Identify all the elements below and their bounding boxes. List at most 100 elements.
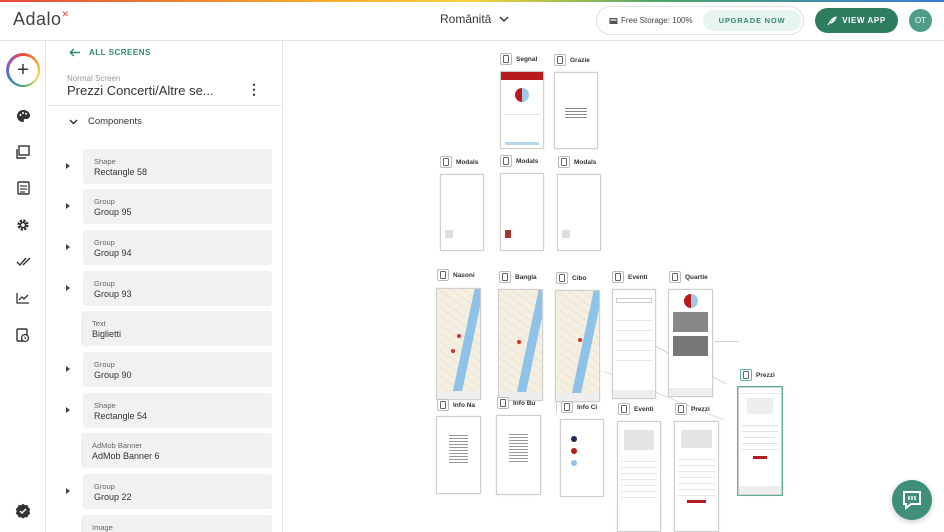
screen-label[interactable]: Modals — [500, 155, 538, 167]
screen-icon — [558, 156, 570, 168]
screen-icon — [669, 271, 681, 283]
screen-label[interactable]: Grazie — [554, 54, 590, 66]
panel-divider — [47, 105, 282, 106]
brand-stripe — [0, 0, 944, 2]
screen-thumbnail[interactable] — [498, 289, 543, 401]
screens-icon[interactable] — [14, 143, 32, 161]
expand-arrow-icon[interactable] — [66, 366, 70, 372]
screen-icon — [612, 271, 624, 283]
expand-arrow-icon[interactable] — [66, 488, 70, 494]
double-check-icon[interactable] — [14, 253, 32, 271]
logo-sparkle-icon: ✕ — [61, 9, 70, 19]
gear-icon[interactable] — [14, 216, 32, 234]
upgrade-button[interactable]: UPGRADE NOW — [703, 10, 801, 31]
screen-label[interactable]: Segnal — [500, 53, 537, 65]
storage-icon — [609, 17, 618, 24]
component-item[interactable]: AdMob Banner AdMob Banner 6 — [81, 433, 272, 468]
component-item[interactable]: Group Group 95 — [83, 189, 272, 224]
screen-label[interactable]: Bangla — [499, 271, 537, 283]
screen-label[interactable]: Cibo — [556, 272, 586, 284]
expand-arrow-icon[interactable] — [66, 285, 70, 291]
screen-thumbnail[interactable] — [554, 72, 598, 149]
component-item[interactable]: Group Group 22 — [83, 474, 272, 509]
component-item[interactable]: Text Biglietti — [81, 311, 272, 346]
analytics-icon[interactable] — [14, 289, 32, 307]
screen-thumbnail[interactable] — [500, 173, 544, 251]
screen-label[interactable]: Eventi — [612, 271, 648, 283]
screen-thumbnail[interactable] — [617, 421, 661, 532]
arrow-left-icon — [69, 48, 80, 57]
help-chat-button[interactable] — [892, 480, 932, 520]
screen-label[interactable]: Info Na — [437, 399, 475, 411]
screen-thumbnail[interactable] — [436, 416, 481, 494]
screen-icon — [437, 269, 449, 281]
screen-thumbnail[interactable] — [496, 415, 541, 495]
screen-label[interactable]: Modals — [440, 156, 478, 168]
add-component-button[interactable]: + — [6, 53, 40, 87]
screen-icon — [497, 397, 509, 409]
screen-label[interactable]: Eventi — [618, 403, 654, 415]
screen-icon — [675, 403, 687, 415]
component-item[interactable]: Shape Rectangle 54 — [83, 393, 272, 428]
screen-label[interactable]: Prezzi — [740, 369, 775, 381]
screens-canvas[interactable]: Segnal Grazie Modals Modals Modals Nason… — [284, 41, 944, 532]
connector-line — [714, 341, 739, 342]
screen-icon — [440, 156, 452, 168]
screen-panel: ALL SCREENS Normal Screen Prezzi Concert… — [47, 41, 283, 532]
storage-box: Free Storage: 100% UPGRADE NOW — [596, 6, 804, 35]
screen-thumbnail[interactable] — [436, 288, 481, 400]
app-selector[interactable]: Românitā — [440, 12, 509, 26]
storage-info: Free Storage: 100% — [609, 16, 693, 25]
screen-label[interactable]: Info Bu — [497, 397, 535, 409]
app-name: Românitā — [440, 12, 492, 26]
all-screens-link[interactable]: ALL SCREENS — [69, 48, 151, 57]
screen-label[interactable]: Nasoni — [437, 269, 475, 281]
component-item[interactable]: Shape Rectangle 58 — [83, 149, 272, 184]
screen-icon — [499, 271, 511, 283]
screen-thumbnail[interactable] — [557, 174, 601, 251]
component-item[interactable]: Group Group 94 — [83, 230, 272, 265]
adalo-logo[interactable]: Adalo✕ — [13, 9, 70, 30]
expand-arrow-icon[interactable] — [66, 203, 70, 209]
screen-icon — [500, 53, 512, 65]
screen-icon — [561, 401, 573, 413]
version-history-icon[interactable] — [14, 326, 32, 344]
component-item[interactable]: Group Group 93 — [83, 271, 272, 306]
database-icon[interactable] — [14, 179, 32, 197]
screen-thumbnail[interactable] — [560, 419, 604, 497]
screen-thumbnail[interactable] — [612, 289, 656, 399]
expand-arrow-icon[interactable] — [66, 244, 70, 250]
screen-label[interactable]: Modals — [558, 156, 596, 168]
user-avatar[interactable]: OT — [909, 9, 932, 32]
palette-icon[interactable] — [14, 107, 32, 125]
view-app-button[interactable]: VIEW APP — [815, 8, 898, 33]
screen-icon — [618, 403, 630, 415]
components-section-toggle[interactable]: Components — [69, 116, 142, 127]
screen-icon — [554, 54, 566, 66]
chevron-down-icon — [69, 118, 78, 125]
screen-label[interactable]: Quartie — [669, 271, 708, 283]
screen-thumbnail[interactable] — [668, 289, 713, 397]
chevron-down-icon — [499, 15, 509, 22]
component-item[interactable]: Group Group 90 — [83, 352, 272, 387]
screen-thumbnail[interactable] — [555, 290, 600, 402]
selected-screen-thumbnail[interactable] — [737, 386, 783, 496]
screen-label[interactable]: Prezzi — [675, 403, 710, 415]
expand-arrow-icon[interactable] — [66, 163, 70, 169]
kebab-menu-icon[interactable]: ⋮ — [247, 81, 261, 98]
screen-thumbnail[interactable] — [500, 71, 544, 149]
component-item[interactable]: Image — [81, 515, 272, 532]
checkmark-badge-icon[interactable] — [14, 502, 32, 520]
rocket-icon — [827, 15, 837, 25]
screen-type-label: Normal Screen — [67, 74, 121, 83]
left-toolbar: + — [0, 41, 46, 532]
chat-bubble-icon — [903, 491, 921, 511]
plus-icon: + — [8, 55, 38, 85]
screen-icon — [740, 369, 752, 381]
screen-label[interactable]: Info Ci — [561, 401, 597, 413]
screen-thumbnail[interactable] — [674, 421, 719, 532]
expand-arrow-icon[interactable] — [66, 407, 70, 413]
screen-name[interactable]: Prezzi Concerti/Altre se... — [67, 83, 214, 98]
top-bar: Adalo✕ Românitā Free Storage: 100% UPGRA… — [0, 0, 944, 41]
screen-thumbnail[interactable] — [440, 174, 484, 251]
